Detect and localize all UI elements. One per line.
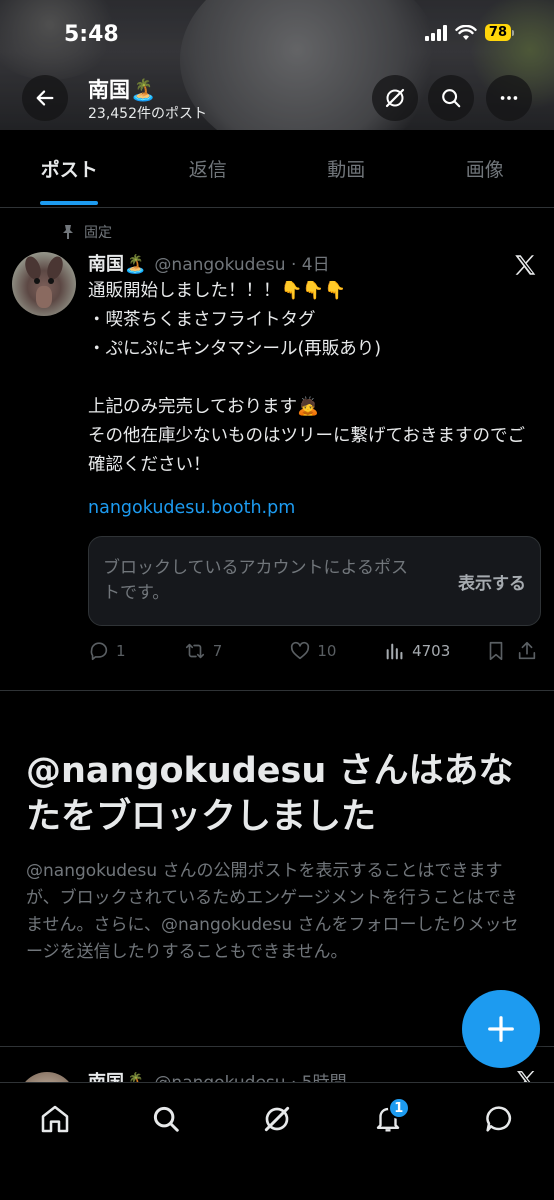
- wifi-icon: [455, 24, 477, 40]
- compose-button[interactable]: [462, 990, 540, 1068]
- grok-icon: [264, 1106, 290, 1132]
- plus-icon: [488, 1016, 514, 1042]
- like-button[interactable]: 10: [289, 640, 384, 662]
- pinned-label: 固定: [84, 225, 112, 241]
- post-link[interactable]: nangokudesu.booth.pm: [88, 498, 295, 518]
- bookmark-icon: [489, 641, 503, 661]
- status-time: 5:48: [64, 22, 119, 47]
- post-count: 23,452件のポスト: [88, 106, 207, 122]
- post-line: その他在庫少ないものはツリーに繋げておきますのでご確認ください！: [88, 426, 525, 475]
- grok-button[interactable]: [372, 75, 418, 121]
- post-text: 通販開始しました！！！👇👇👇 ・喫茶ちくまさフライトタグ ・ぷにぷにキンタマシー…: [88, 277, 538, 480]
- nav-grok[interactable]: [247, 1099, 307, 1139]
- reply-count: 1: [116, 642, 126, 660]
- nav-notifications[interactable]: 1: [358, 1097, 418, 1139]
- more-options-button[interactable]: [486, 75, 532, 121]
- author-name[interactable]: 南国🏝️: [88, 250, 146, 276]
- messages-icon: [485, 1106, 511, 1132]
- author-handle-time[interactable]: @nangokudesu · 4日: [154, 250, 329, 275]
- post-line: 上記のみ完売しております🙇: [88, 397, 319, 417]
- blocked-title: @nangokudesu さんはあなたをブロックしました: [26, 751, 514, 837]
- tab-images[interactable]: 画像: [416, 130, 554, 207]
- share-button[interactable]: [516, 640, 540, 662]
- profile-banner: [0, 0, 554, 130]
- nav-messages[interactable]: [469, 1099, 529, 1139]
- pin-icon: [63, 225, 73, 239]
- post-line: ・喫茶ちくまさフライトタグ: [88, 310, 316, 330]
- profile-tabs: ポスト 返信 動画 画像: [0, 130, 554, 208]
- pinned-indicator: 固定: [60, 222, 112, 242]
- post-line: ・ぷにぷにキンタマシール(再販あり): [88, 339, 382, 359]
- search-button[interactable]: [428, 75, 474, 121]
- signal-icon: [424, 24, 447, 41]
- tab-replies[interactable]: 返信: [139, 130, 278, 207]
- battery-icon: 78: [484, 24, 514, 41]
- view-count: 4703: [412, 642, 451, 660]
- search-icon: [154, 1106, 179, 1132]
- nav-search[interactable]: [136, 1099, 196, 1139]
- blocked-quote-card: ブロックしているアカウントによるポストです。 表示する: [88, 536, 541, 626]
- home-icon: [42, 1105, 69, 1133]
- profile-name: 南国🏝️: [88, 78, 157, 102]
- status-icons: 78: [424, 24, 514, 41]
- battery-level: 78: [484, 24, 511, 41]
- repost-count: 7: [212, 642, 223, 660]
- post-actions: 1 7 10 4703: [88, 636, 540, 666]
- grok-icon: [385, 88, 405, 108]
- repost-button[interactable]: 7: [183, 640, 290, 662]
- search-icon: [442, 89, 461, 108]
- post-line: 通販開始しました！！！👇👇👇: [88, 281, 346, 301]
- tab-videos[interactable]: 動画: [277, 130, 416, 207]
- share-icon: [519, 641, 536, 660]
- views-button[interactable]: 4703: [384, 640, 485, 662]
- notification-badge: 1: [387, 1097, 410, 1119]
- back-arrow-icon: [36, 90, 54, 106]
- post-header: 南国🏝️ @nangokudesu · 4日: [88, 250, 330, 276]
- show-quote-button[interactable]: 表示する: [458, 569, 526, 594]
- blocked-description: @nangokudesu さんの公開ポストを表示することはできますが、ブロックさ…: [26, 861, 519, 962]
- analytics-icon: [386, 643, 403, 660]
- back-button[interactable]: [22, 75, 68, 121]
- reply-button[interactable]: 1: [88, 640, 183, 662]
- reply-icon: [90, 642, 108, 661]
- nav-home[interactable]: [25, 1099, 85, 1139]
- bookmark-button[interactable]: [485, 640, 517, 662]
- blocked-quote-text: ブロックしているアカウントによるポストです。: [103, 558, 408, 603]
- like-count: 10: [317, 642, 337, 660]
- more-dots-icon: [500, 96, 518, 100]
- repost-icon: [185, 643, 204, 659]
- post-divider: [0, 690, 554, 691]
- x-logo-icon: [515, 255, 536, 275]
- heart-icon: [291, 641, 310, 660]
- tab-posts[interactable]: ポスト: [0, 130, 139, 207]
- avatar[interactable]: [12, 252, 76, 316]
- bottom-nav: 1: [0, 1082, 554, 1200]
